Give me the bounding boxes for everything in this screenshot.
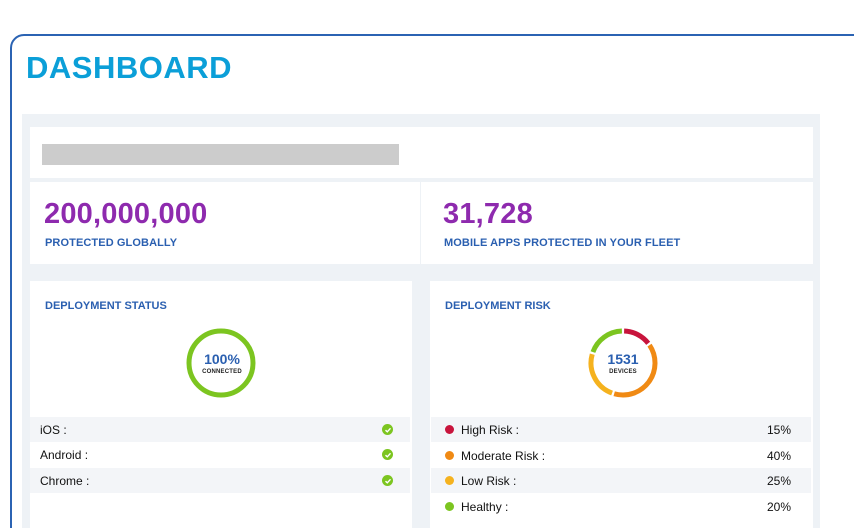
platform-label: iOS : (40, 422, 67, 437)
connected-percent: 100% (204, 351, 240, 367)
risk-label: Low Risk : (461, 473, 517, 488)
deployment-status-title: DEPLOYMENT STATUS (45, 300, 167, 312)
platform-label: Android : (40, 447, 89, 462)
risk-label: Moderate Risk : (461, 448, 546, 463)
risk-percent: 15% (766, 422, 791, 437)
risk-label: High Risk : (461, 422, 520, 437)
check-circle-icon (382, 475, 393, 486)
protected-globally-value: 200,000,000 (44, 198, 208, 230)
risk-percent: 25% (766, 473, 791, 488)
list-item: iOS : (30, 417, 410, 442)
list-item: Low Risk : 25% (431, 468, 811, 493)
deployment-risk-title: DEPLOYMENT RISK (445, 300, 551, 312)
list-item: Healthy : 20% (431, 494, 811, 519)
risk-label: Healthy : (461, 499, 509, 514)
check-circle-icon (382, 424, 393, 435)
apps-protected-value: 31,728 (443, 198, 533, 230)
stats-divider (420, 182, 421, 264)
protected-globally-label: PROTECTED GLOBALLY (45, 237, 178, 249)
moderate-risk-dot-icon (445, 451, 454, 460)
low-risk-dot-icon (445, 476, 454, 485)
device-count-label: DEVICES (609, 369, 637, 375)
healthy-dot-icon (445, 502, 454, 511)
redacted-text-placeholder (42, 144, 399, 165)
risk-percent: 40% (766, 448, 791, 463)
risk-percent: 20% (766, 499, 791, 514)
list-item: High Risk : 15% (431, 417, 811, 442)
device-count: 1531 (607, 351, 639, 367)
connected-label: CONNECTED (202, 369, 242, 375)
list-item: Chrome : (30, 468, 410, 493)
high-risk-arc (623, 328, 651, 345)
healthy-arc (590, 328, 623, 354)
high-risk-dot-icon (445, 425, 454, 434)
check-circle-icon (382, 449, 393, 460)
apps-protected-label: MOBILE APPS PROTECTED IN YOUR FLEET (444, 237, 681, 249)
list-item: Moderate Risk : 40% (431, 443, 811, 468)
list-item: Android : (30, 442, 410, 467)
page-title: DASHBOARD (26, 50, 232, 85)
platform-label: Chrome : (40, 473, 90, 488)
